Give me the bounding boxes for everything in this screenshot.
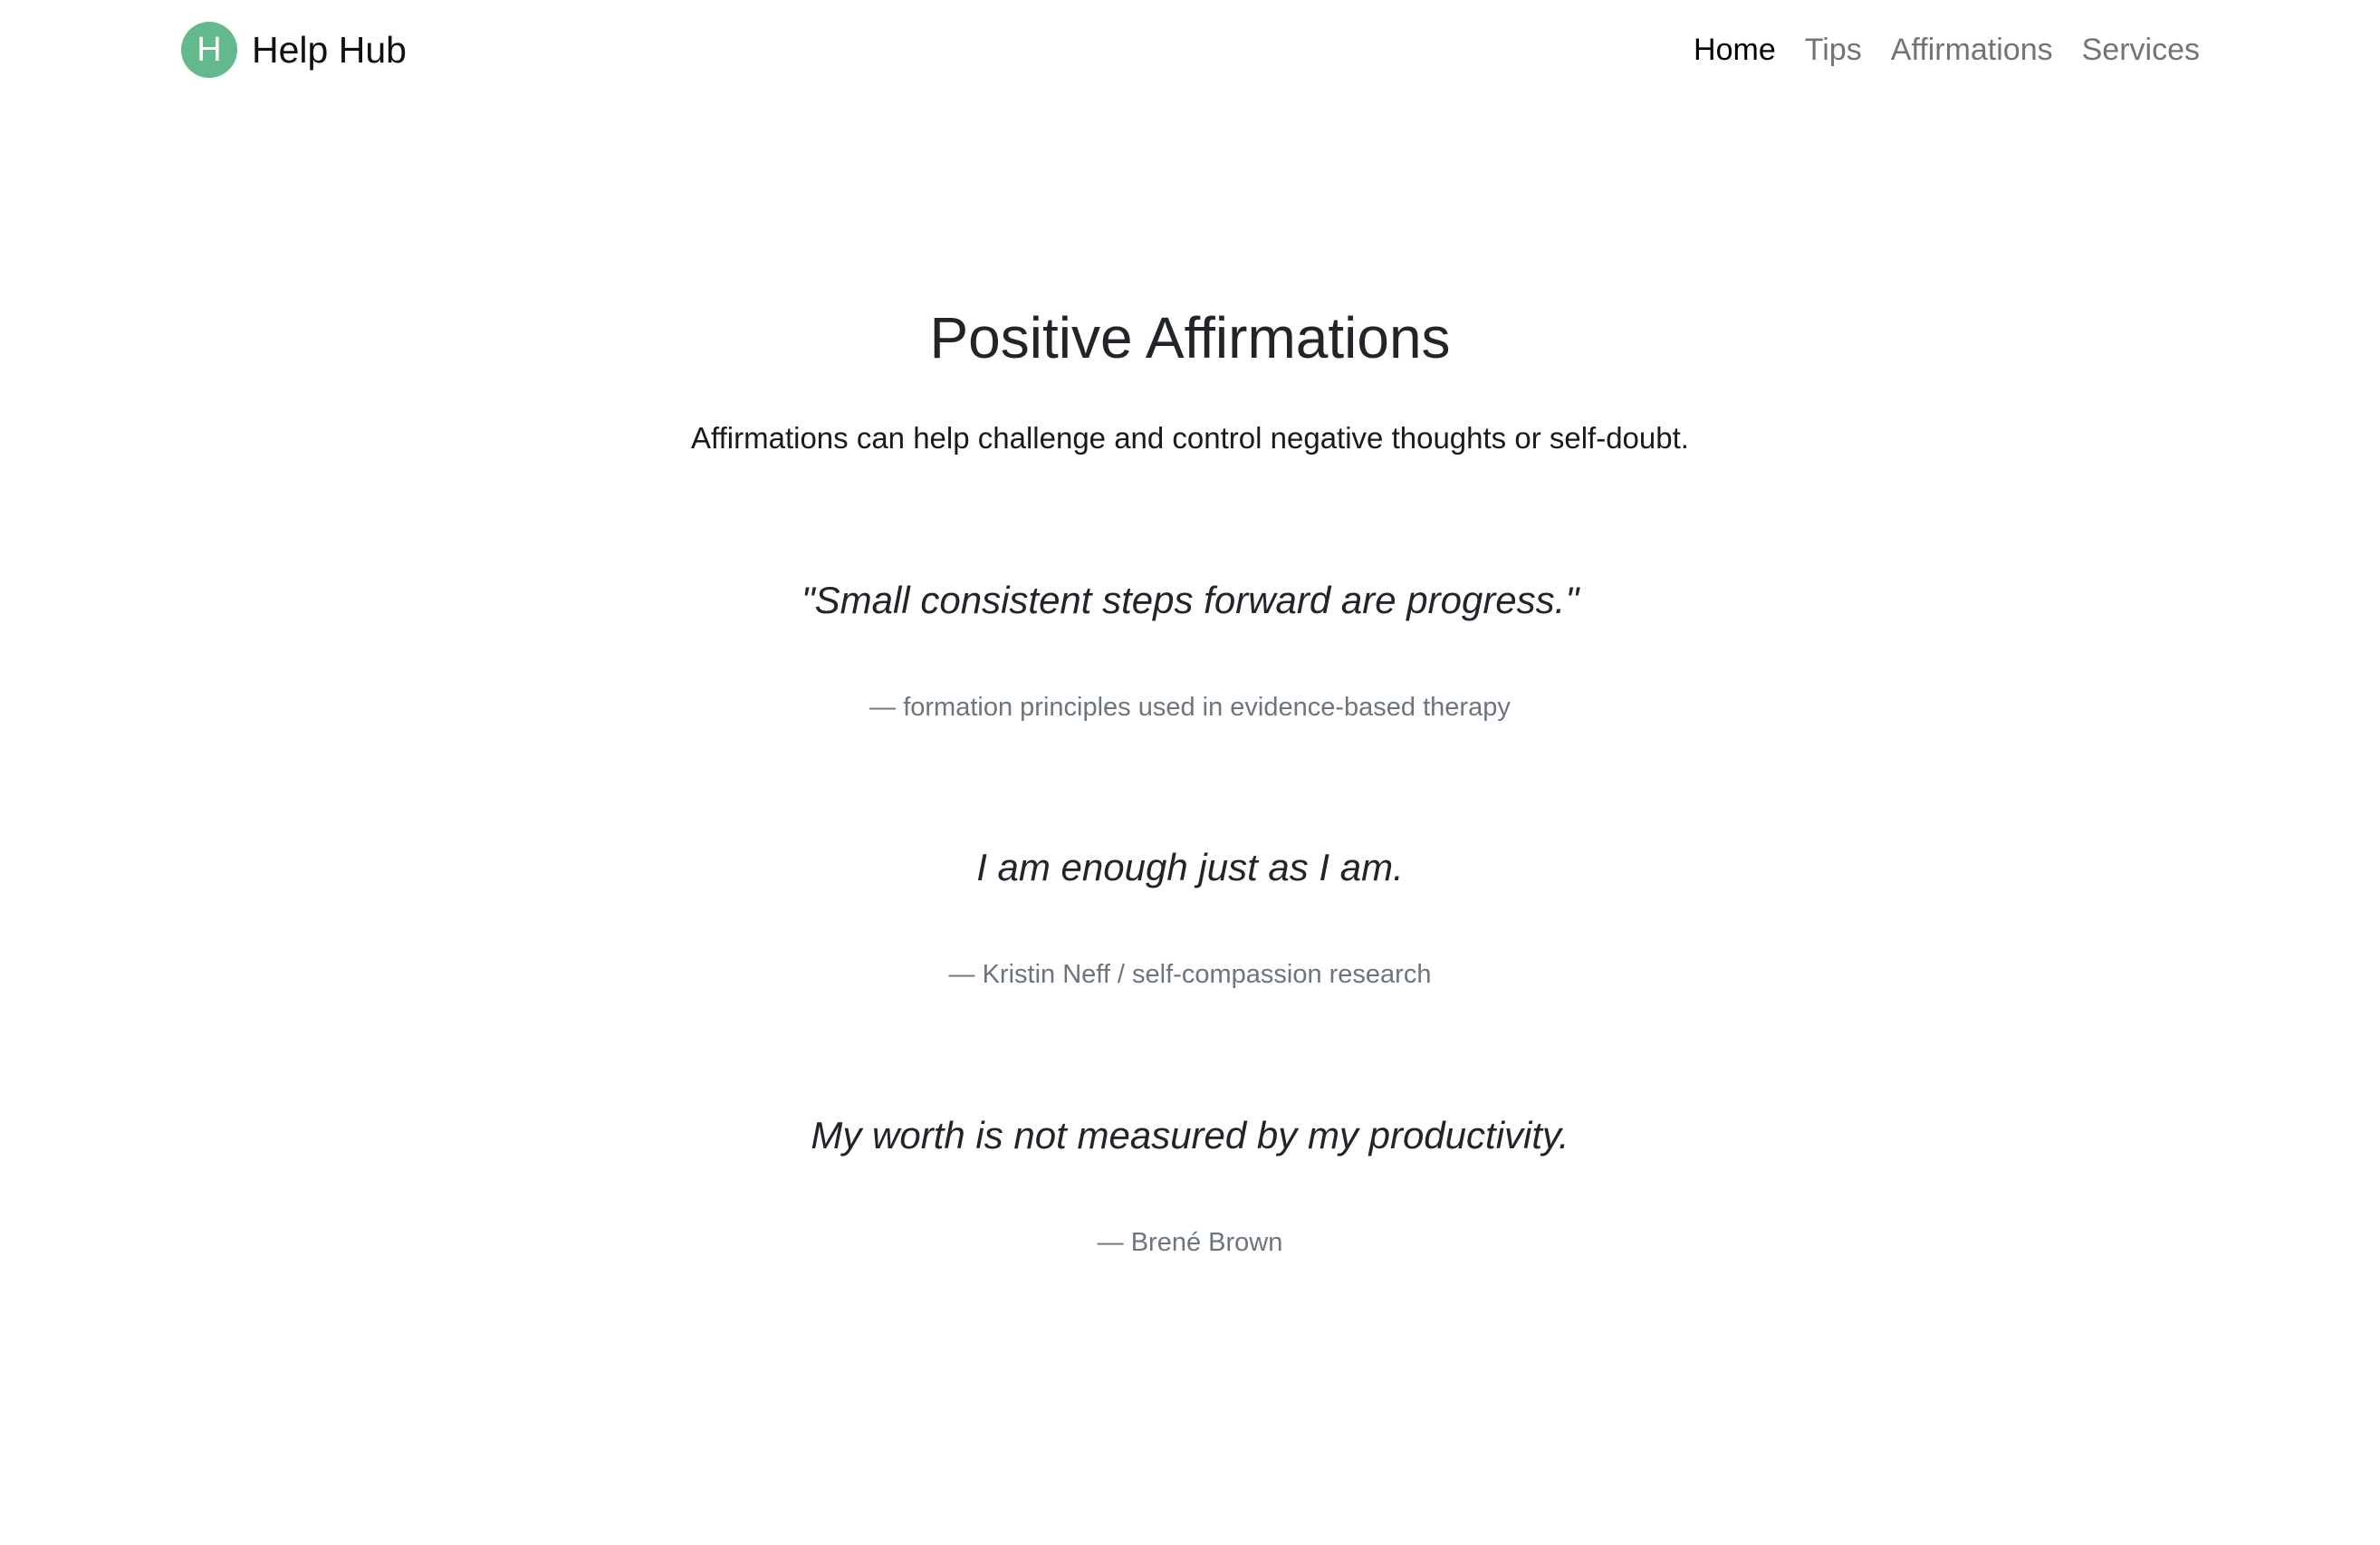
nav-link-home[interactable]: Home — [1694, 27, 1776, 72]
affirmation-attribution: — formation principles used in evidence-… — [869, 693, 1511, 722]
brand-logo-icon: H — [181, 22, 237, 78]
affirmation-quote: My worth is not measured by my productiv… — [811, 1114, 1569, 1156]
affirmation-attribution: — Brené Brown — [1097, 1228, 1283, 1257]
nav-link-affirmations[interactable]: Affirmations — [1891, 27, 2053, 72]
page-title: Positive Affirmations — [929, 305, 1451, 370]
brand-link[interactable]: H Help Hub — [181, 22, 407, 78]
nav-link-tips[interactable]: Tips — [1805, 27, 1862, 72]
affirmation-quote: "Small consistent steps forward are prog… — [801, 579, 1579, 621]
brand-name: Help Hub — [252, 28, 407, 71]
nav-link-services[interactable]: Services — [2082, 27, 2200, 72]
affirmation-quote: I am enough just as I am. — [976, 846, 1404, 888]
navbar: H Help Hub Home Tips Affirmations Servic… — [0, 0, 2380, 100]
main-nav: Home Tips Affirmations Services — [1694, 27, 2200, 72]
affirmation-attribution: — Kristin Neff / self-compassion researc… — [948, 960, 1432, 989]
page-lead: Affirmations can help challenge and cont… — [691, 421, 1689, 455]
